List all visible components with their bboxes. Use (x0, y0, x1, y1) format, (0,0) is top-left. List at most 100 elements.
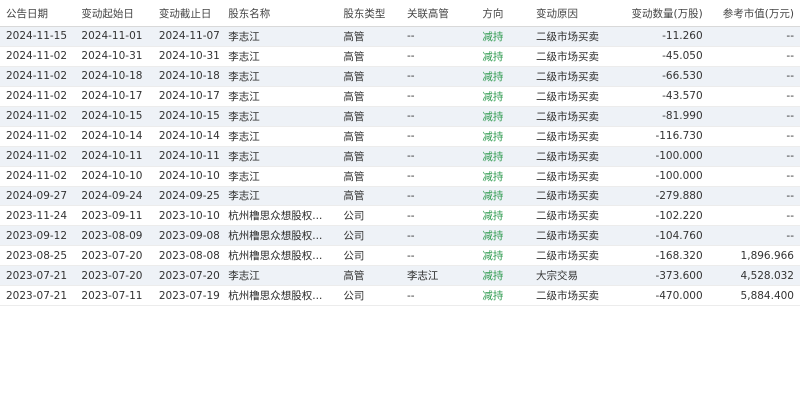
cell-reason: 大宗交易 (535, 270, 578, 283)
table-row[interactable]: 2024-11-02 2024-10-18 2024-10-18 李志江 高管 -- 减持 二… (0, 66, 800, 87)
cell-holder-name-link[interactable]: 李志江 (228, 50, 260, 64)
cell-holder-name-link[interactable]: 李志江 (228, 110, 260, 124)
cell-start-date: 2024-09-24 (81, 189, 143, 202)
table-row[interactable]: 2023-08-25 2023-07-20 2023-08-08 杭州橹思众想股权..… (0, 246, 800, 267)
table-body: 2024-11-15 2024-11-01 2024-11-07 李志江 高管 -- 减持二… (0, 27, 800, 307)
cell-announce-date: 2023-07-21 (6, 269, 68, 282)
cell-related-exec: -- (406, 130, 415, 143)
table-row[interactable]: 2024-11-02 2024-10-14 2024-10-14 李志江 高管 -- 减持 二… (0, 126, 800, 147)
cell-end-date: 2023-07-19 (158, 289, 220, 302)
cell-announce-date: 2023-07-21 (6, 289, 68, 302)
cell-related-exec: 李志江 (406, 268, 482, 284)
cell-start-date: 2023-09-11 (81, 209, 143, 222)
cell-related-exec: -- (406, 110, 415, 123)
table-row[interactable]: 2024-11-02 2024-10-31 2024-10-31 李志江 高管 -- 减持 二… (0, 46, 800, 67)
cell-holder-name-link[interactable]: 李志江 (228, 150, 260, 164)
cell-related-exec: -- (406, 189, 415, 202)
col-header-announce-date[interactable]: 公告日期 (0, 6, 81, 21)
cell-holder-name: 李志江 (228, 29, 343, 44)
cell-change-qty: -168.320 (655, 249, 703, 262)
cell-end-date: 2024-10-31 (158, 50, 220, 63)
col-header-end-date[interactable]: 变动截止日 (159, 6, 228, 21)
col-header-change-qty[interactable]: 变动数量(万股) (615, 6, 706, 21)
table-row[interactable]: 2024-11-02 2024-10-15 2024-10-15 李志江 高管 -- 减持 二… (0, 106, 800, 127)
cell-holder-type: 高管 (343, 130, 365, 143)
cell-direction: 减持 (482, 290, 504, 303)
cell-direction: 减持 (482, 70, 504, 83)
cell-direction: 减持 (482, 210, 504, 223)
cell-ref-value: -- (786, 50, 794, 63)
cell-related-exec-link[interactable]: 李志江 (406, 270, 439, 284)
cell-end-date: 2024-11-07 (158, 30, 220, 43)
cell-announce-date: 2023-11-24 (6, 209, 68, 222)
cell-end-date: 2024-10-15 (158, 110, 220, 123)
cell-holder-name-link[interactable]: 李志江 (228, 70, 260, 84)
cell-holder-type: 高管 (343, 170, 365, 183)
cell-holder-name-link[interactable]: 李志江 (228, 90, 260, 104)
cell-ref-value: -- (786, 110, 794, 123)
cell-change-qty: -11.260 (662, 30, 703, 43)
cell-change-qty: -279.880 (655, 189, 703, 202)
col-header-direction[interactable]: 方向 (482, 6, 536, 21)
cell-reason: 二级市场买卖 (535, 30, 599, 43)
cell-direction: 减持 (482, 130, 504, 143)
cell-holder-name-link[interactable]: 杭州橹思众想股权... (228, 290, 323, 304)
cell-reason: 二级市场买卖 (535, 150, 599, 163)
cell-change-qty: -81.990 (662, 110, 703, 123)
cell-start-date: 2023-07-11 (81, 289, 143, 302)
cell-start-date: 2024-11-01 (81, 30, 143, 43)
cell-start-date: 2023-08-09 (81, 229, 143, 242)
cell-holder-name: 李志江 (228, 89, 343, 104)
table-row[interactable]: 2023-07-21 2023-07-11 2023-07-19 杭州橹思众想股权..… (0, 286, 800, 307)
cell-announce-date: 2023-09-12 (6, 229, 68, 242)
cell-related-exec: -- (406, 209, 415, 222)
col-header-holder-type[interactable]: 股东类型 (343, 6, 407, 21)
cell-holder-name-link[interactable]: 李志江 (228, 130, 260, 144)
table-row[interactable]: 2023-11-24 2023-09-11 2023-10-10 杭州橹思众想股权..… (0, 206, 800, 227)
col-header-reason[interactable]: 变动原因 (536, 6, 615, 21)
cell-holder-type: 高管 (343, 270, 365, 283)
table-row[interactable]: 2024-11-15 2024-11-01 2024-11-07 李志江 高管 -- 减持 二… (0, 27, 800, 47)
cell-change-qty: -104.760 (655, 229, 703, 242)
cell-announce-date: 2024-11-02 (6, 170, 68, 183)
cell-direction: 减持 (482, 270, 504, 283)
table-row[interactable]: 2024-11-02 2024-10-11 2024-10-11 李志江 高管 -- 减持 二… (0, 146, 800, 167)
col-header-holder-name[interactable]: 股东名称 (228, 6, 343, 21)
cell-reason: 二级市场买卖 (535, 170, 599, 183)
cell-related-exec: -- (406, 229, 415, 242)
cell-start-date: 2024-10-11 (81, 150, 143, 163)
cell-related-exec: -- (406, 30, 415, 43)
cell-holder-type: 高管 (343, 50, 365, 63)
cell-holder-name-link[interactable]: 杭州橹思众想股权... (228, 210, 323, 224)
cell-reason: 二级市场买卖 (535, 230, 599, 243)
cell-change-qty: -66.530 (662, 70, 703, 83)
cell-holder-name-link[interactable]: 李志江 (228, 30, 260, 44)
cell-change-qty: -102.220 (655, 209, 703, 222)
table-header: 公告日期 变动起始日 变动截止日 股东名称 股东类型 关联高管 方向 变动原因 … (0, 0, 800, 27)
cell-holder-name: 李志江 (228, 69, 343, 84)
table-row[interactable]: 2023-07-21 2023-07-20 2023-07-20 李志江 高管 李志江 减持… (0, 266, 800, 287)
cell-holder-name-link[interactable]: 杭州橹思众想股权... (228, 230, 323, 244)
col-header-start-date[interactable]: 变动起始日 (81, 6, 158, 21)
cell-ref-value: 4,528.032 (740, 269, 794, 282)
cell-holder-type: 高管 (343, 110, 365, 123)
cell-direction: 减持 (482, 110, 504, 123)
table-row[interactable]: 2024-09-27 2024-09-24 2024-09-25 李志江 高管 -- 减持 二… (0, 186, 800, 207)
cell-holder-name-link[interactable]: 李志江 (228, 270, 260, 284)
col-header-related-exec[interactable]: 关联高管 (407, 6, 482, 21)
cell-holder-name-link[interactable]: 李志江 (228, 190, 260, 204)
cell-ref-value: -- (786, 150, 794, 163)
table-row[interactable]: 2024-11-02 2024-10-10 2024-10-10 李志江 高管 -- 减持 二… (0, 166, 800, 187)
cell-related-exec: -- (406, 70, 415, 83)
table-row[interactable]: 2023-09-12 2023-08-09 2023-09-08 杭州橹思众想股权..… (0, 226, 800, 247)
cell-holder-name-link[interactable]: 杭州橹思众想股权... (228, 250, 323, 264)
cell-announce-date: 2024-11-02 (6, 50, 68, 63)
col-header-ref-value[interactable]: 参考市值(万元) (707, 6, 800, 21)
cell-direction: 减持 (482, 150, 504, 163)
cell-holder-name: 李志江 (228, 169, 343, 184)
cell-related-exec: -- (406, 150, 415, 163)
cell-holder-type: 高管 (343, 30, 365, 43)
table-row[interactable]: 2024-11-02 2024-10-17 2024-10-17 李志江 高管 -- 减持 二… (0, 86, 800, 107)
cell-ref-value: -- (786, 229, 794, 242)
cell-holder-name-link[interactable]: 李志江 (228, 170, 260, 184)
